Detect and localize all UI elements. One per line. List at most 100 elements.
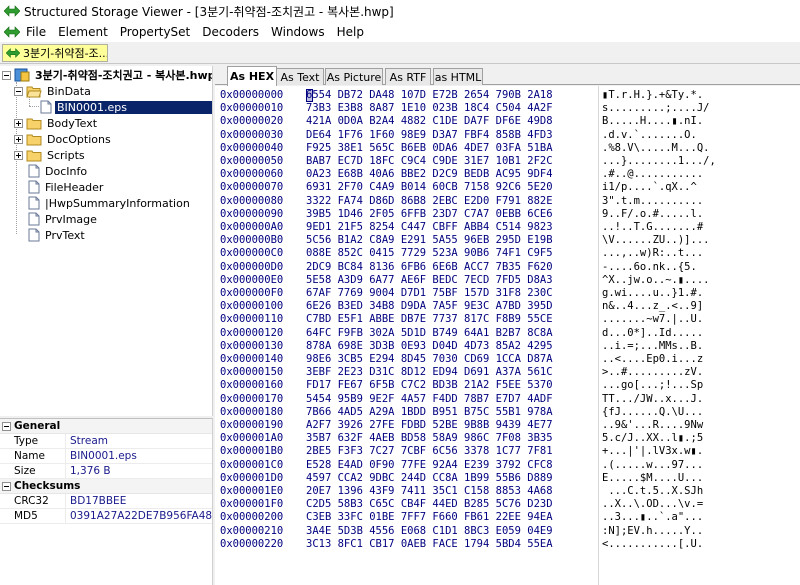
hex-row[interactable]: 0x00000170 5454 95B9 9E2F 4A57 F4DD 78B7 …	[215, 393, 800, 406]
hex-row[interactable]: 0x00000090 39B5 1D46 2F05 6FFB 23D7 C7A7 …	[215, 208, 800, 221]
property-row-md5[interactable]: MD5 0391A27A22DE7B956FA4875...	[0, 509, 212, 524]
hex-bytes[interactable]: 9ED1 21F5 8254 C447 CBFF ABB4 C514 9823	[306, 221, 553, 234]
hex-row[interactable]: 0x00000060 0A23 E68B 40A6 BBE2 D2C9 BEDB …	[215, 168, 800, 181]
hex-row[interactable]: 0x00000150 3EBF 2E23 D31C 8D12 ED94 D691 …	[215, 366, 800, 379]
hex-bytes[interactable]: 98E6 3CB5 E294 8D45 7030 CD69 1CCA D87A	[306, 353, 553, 366]
hex-row[interactable]: 0x000001D0 4597 CCA2 9DBC 244D CC8A 1B99 …	[215, 472, 800, 485]
hex-row[interactable]: 0x00000040 F925 38E1 565C B6EB 0DA6 4DE7 …	[215, 142, 800, 155]
tree-item-bin0001[interactable]: BIN0001.eps	[40, 99, 212, 115]
hex-row[interactable]: 0x00000070 6931 2F70 C4A9 B014 60CB 7158 …	[215, 181, 800, 194]
ascii-text[interactable]: \V......ZU..)]...	[602, 234, 709, 247]
ascii-text[interactable]: .d.v.`.......O.	[602, 129, 697, 142]
hex-bytes[interactable]: 39B5 1D46 2F05 6FFB 23D7 C7A7 0EBB 6CE6	[306, 208, 553, 221]
hex-bytes[interactable]: 7B66 4AD5 A29A 1BDD B951 B75C 55B1 978A	[306, 406, 553, 419]
ascii-text[interactable]: >..#.........zV.	[602, 366, 703, 379]
tree-item-fileheader[interactable]: FileHeader	[28, 179, 105, 195]
hex-row[interactable]: 0x00000130 878A 698E 3D3B 0E93 D04D 4D73 …	[215, 340, 800, 353]
ascii-text[interactable]: ..3...▮..`.a"...	[602, 511, 703, 524]
hex-bytes[interactable]: 64FC F9FB 302A 5D1D B749 64A1 B2B7 8C8A	[306, 327, 553, 340]
collapse-icon[interactable]	[2, 481, 11, 491]
hex-bytes[interactable]: 2BE5 F3F3 7C27 7CBF 6C56 3378 1C77 7F81	[306, 445, 553, 458]
hex-bytes[interactable]: 421A 0D0A B2A4 4882 C1DE DA7F DF6E 49D8	[306, 115, 553, 128]
tree-root[interactable]: 3분기-취약점-조치권고 - 복사본.hwp	[2, 67, 212, 83]
ascii-text[interactable]: .#..@...........	[602, 168, 703, 181]
tab-as-hex[interactable]: As HEX	[227, 66, 277, 86]
tab-as-rtf[interactable]: As RTF	[385, 68, 431, 85]
ascii-text[interactable]: 9..F/.o.#.....l.	[602, 208, 703, 221]
hex-row[interactable]: 0x00000000 6554 DB72 DA48 107D E72B 2654 …	[215, 89, 800, 102]
hex-row[interactable]: 0x00000030 DE64 1F76 1F60 98E9 D3A7 FBF4 …	[215, 129, 800, 142]
property-row-crc32[interactable]: CRC32 BD17BBEE	[0, 494, 212, 509]
menu-help[interactable]: Help	[331, 25, 370, 39]
hex-row[interactable]: 0x000001B0 2BE5 F3F3 7C27 7CBF 6C56 3378 …	[215, 445, 800, 458]
ascii-text[interactable]: ..i.=;...MMs..B.	[602, 340, 703, 353]
hex-row[interactable]: 0x000001F0 C2D5 58B3 C65C CB4F 44ED B285 …	[215, 498, 800, 511]
hex-row[interactable]: 0x000000A0 9ED1 21F5 8254 C447 CBFF ABB4 …	[215, 221, 800, 234]
ascii-text[interactable]: .%8.V\.....M...Q.	[602, 142, 709, 155]
property-row-name[interactable]: Name BIN0001.eps	[0, 449, 212, 464]
hex-row[interactable]: 0x000000E0 5E58 A3D9 6A77 AE6F BEDC 7ECD …	[215, 274, 800, 287]
ascii-text[interactable]: s.........;....J/	[602, 102, 709, 115]
ascii-text[interactable]: -....6o.nk..{5.	[602, 261, 703, 274]
hex-bytes[interactable]: BAB7 EC7D 18FC C9C4 C9DE 31E7 10B1 2F2C	[306, 155, 553, 168]
hex-row[interactable]: 0x000000C0 088E 852C 0415 7729 523A 90B6 …	[215, 247, 800, 260]
hex-row[interactable]: 0x00000190 A2F7 3926 27FE FDBD 52BE 9B8B …	[215, 419, 800, 432]
ascii-text[interactable]: i1/p....`.qX..^	[602, 181, 703, 194]
tree-item-docinfo[interactable]: DocInfo	[28, 163, 89, 179]
tree-item-prvtext[interactable]: PrvText	[28, 227, 87, 243]
collapse-icon[interactable]	[14, 86, 23, 96]
ascii-text[interactable]: 3".t.m..........	[602, 195, 703, 208]
hex-bytes[interactable]: E528 E4AD 0F90 77FE 92A4 E239 3792 CFC8	[306, 459, 553, 472]
hex-row[interactable]: 0x00000080 3322 FA74 D86D 86B8 2EBC E2D0 …	[215, 195, 800, 208]
storage-tree[interactable]: 3분기-취약점-조치권고 - 복사본.hwp BinData BIN0001.e…	[0, 66, 213, 416]
hex-bytes[interactable]: 5E58 A3D9 6A77 AE6F BEDC 7ECD 7FD5 D8A3	[306, 274, 553, 287]
hex-row[interactable]: 0x00000110 C7BD E5F1 ABBE DB7E 7737 817C …	[215, 313, 800, 326]
hex-row[interactable]: 0x000001E0 20E7 1396 43F9 7411 35C1 C158 …	[215, 485, 800, 498]
ascii-text[interactable]: ..<....Ep0.i...z	[602, 353, 703, 366]
menu-decoders[interactable]: Decoders	[196, 25, 265, 39]
ascii-text[interactable]: g.wi....u..}1.#.	[602, 287, 703, 300]
hex-bytes[interactable]: 5C56 B1A2 C8A9 E291 5A55 96EB 295D E19B	[306, 234, 553, 247]
ascii-text[interactable]: ...go[...;!...Sp	[602, 379, 703, 392]
tab-as-html[interactable]: as HTML	[433, 68, 483, 85]
hex-bytes[interactable]: 6E26 B3ED 34B8 D9DA 7A5F 9E3C A7BD 395D	[306, 300, 553, 313]
hex-bytes[interactable]: 67AF 7769 9004 D7D1 75BF 157D 31F8 230C	[306, 287, 553, 300]
hex-bytes[interactable]: C3EB 33FC 01BE 7FF7 F660 FB61 22EE 94EA	[306, 511, 553, 524]
property-row-size[interactable]: Size 1,376 B	[0, 464, 212, 479]
property-group-checksums[interactable]: Checksums	[0, 479, 212, 494]
ascii-text[interactable]: TT.../JW..x...J.	[602, 393, 703, 406]
expand-icon[interactable]	[14, 118, 23, 128]
hex-bytes[interactable]: 6931 2F70 C4A9 B014 60CB 7158 92C6 5E20	[306, 181, 553, 194]
ascii-text[interactable]: ^X..jw.o..~.▮....	[602, 274, 709, 287]
ascii-text[interactable]: B.....H....▮.nI.	[602, 115, 703, 128]
ascii-text[interactable]: .(.....w...97...	[602, 459, 703, 472]
menu-app-icon[interactable]	[4, 25, 20, 39]
ascii-text[interactable]: +...|'|.lV3x.w▮.	[602, 445, 703, 458]
hex-bytes[interactable]: 3322 FA74 D86D 86B8 2EBC E2D0 F791 882E	[306, 195, 553, 208]
hex-bytes[interactable]: DE64 1F76 1F60 98E9 D3A7 FBF4 858B 4FD3	[306, 129, 553, 142]
hex-bytes[interactable]: 3A4E 5D3B 4556 E068 C1D1 8BC3 E059 04E9	[306, 525, 553, 538]
ascii-text[interactable]: <...........[.U.	[602, 538, 703, 551]
ascii-text[interactable]: ..X..\.OD...\v.=	[602, 498, 703, 511]
hex-row[interactable]: 0x00000180 7B66 4AD5 A29A 1BDD B951 B75C …	[215, 406, 800, 419]
property-group-general[interactable]: General	[0, 419, 212, 434]
ascii-text[interactable]: 5.c/J..XX..l▮.;5	[602, 432, 703, 445]
hex-bytes[interactable]: F925 38E1 565C B6EB 0DA6 4DE7 03FA 51BA	[306, 142, 553, 155]
tree-item-bindata[interactable]: BinData	[14, 83, 93, 99]
expand-icon[interactable]	[14, 150, 23, 160]
hex-row[interactable]: 0x00000200 C3EB 33FC 01BE 7FF7 F660 FB61 …	[215, 511, 800, 524]
hex-bytes[interactable]: A2F7 3926 27FE FDBD 52BE 9B8B 9439 4E77	[306, 419, 553, 432]
menu-propertyset[interactable]: PropertySet	[114, 25, 196, 39]
hex-bytes[interactable]: 73B3 E3B8 8A87 1E10 023B 18C4 C504 4A2F	[306, 102, 553, 115]
hex-bytes[interactable]: C7BD E5F1 ABBE DB7E 7737 817C F8B9 55CE	[306, 313, 553, 326]
document-tab[interactable]: 3분기-취약점-조...	[2, 44, 108, 62]
tree-item-docoptions[interactable]: DocOptions	[14, 131, 113, 147]
ascii-text[interactable]: ▮T.r.H.}.+&Ty.*.	[602, 89, 703, 102]
menu-file[interactable]: File	[20, 25, 52, 39]
hex-bytes[interactable]: 0A23 E68B 40A6 BBE2 D2C9 BEDB AC95 9DF4	[306, 168, 553, 181]
ascii-text[interactable]: ...}........1.../,	[602, 155, 716, 168]
hex-row[interactable]: 0x00000220 3C13 8FC1 CB17 0AEB FACE 1794 …	[215, 538, 800, 551]
hex-bytes[interactable]: 35B7 632F 4AEB BD58 58A9 986C 7F08 3B35	[306, 432, 553, 445]
hex-view[interactable]: 0x00000000 6554 DB72 DA48 107D E72B 2654 …	[215, 86, 800, 585]
menu-element[interactable]: Element	[52, 25, 114, 39]
